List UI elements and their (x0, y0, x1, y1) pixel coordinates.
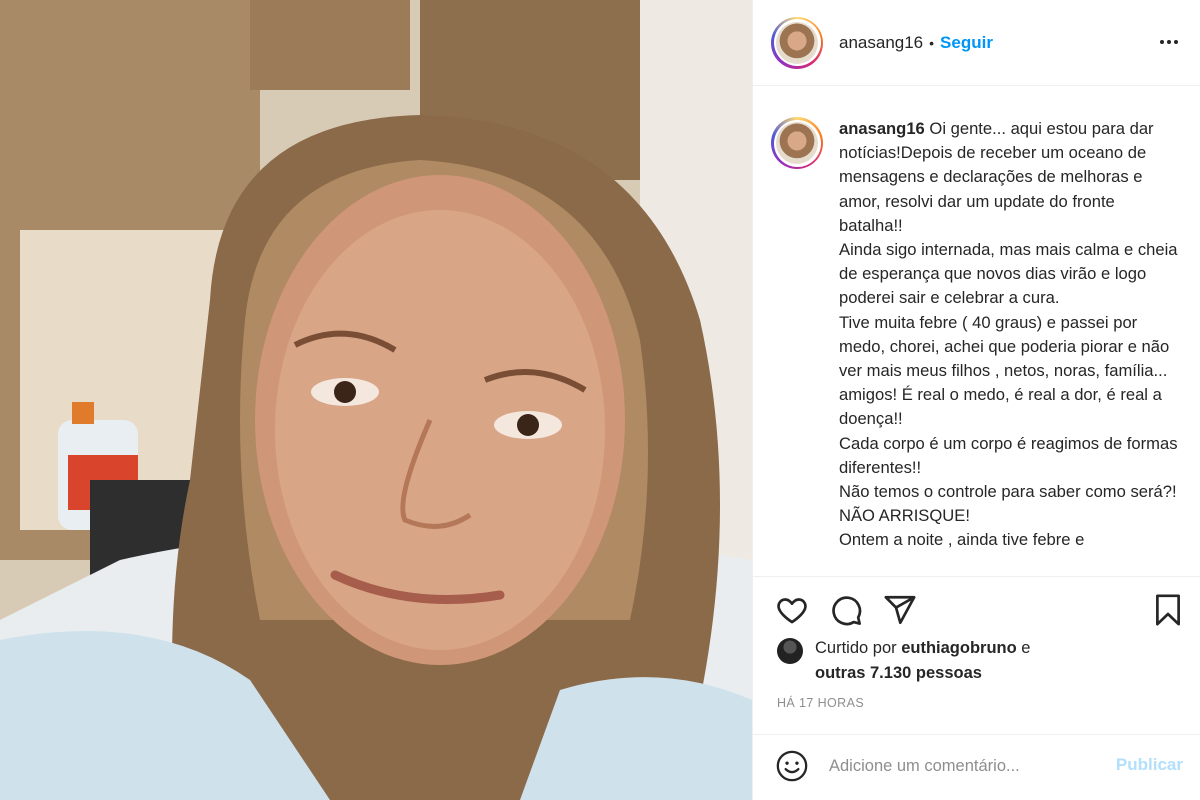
post-photo[interactable] (0, 0, 752, 800)
caption-body: Oi gente... aqui estou para dar notícias… (839, 119, 1178, 550)
heart-icon[interactable] (775, 593, 809, 627)
caption-author-avatar[interactable] (771, 117, 823, 169)
publish-button[interactable]: Publicar (1116, 755, 1183, 775)
bookmark-icon[interactable] (1151, 593, 1185, 627)
author-username[interactable]: anasang16 (839, 33, 923, 53)
likes-suffix: e (1016, 639, 1031, 657)
avatar-image (776, 122, 818, 164)
caption-username[interactable]: anasang16 (839, 119, 925, 138)
more-options-icon[interactable] (1155, 30, 1183, 54)
caption-container: anasang16 Oi gente... aqui estou para da… (753, 87, 1200, 575)
liker-avatar[interactable] (777, 638, 803, 664)
caption: anasang16 Oi gente... aqui estou para da… (839, 117, 1181, 575)
send-icon[interactable] (883, 593, 917, 627)
selfie-illustration (0, 0, 752, 800)
post-sidebar: anasang16 • Seguir anasang16 Oi gente...… (752, 0, 1200, 800)
liker-username[interactable]: euthiagobruno (901, 639, 1016, 657)
post-header: anasang16 • Seguir (753, 0, 1200, 86)
follow-button[interactable]: Seguir (940, 33, 993, 53)
comment-input[interactable] (829, 753, 1089, 779)
likes-prefix: Curtido por (815, 639, 902, 657)
likes-summary: Curtido por euthiagobruno e outras 7.130… (777, 636, 1030, 686)
emoji-icon[interactable] (775, 749, 809, 783)
comment-bar: Publicar (753, 734, 1200, 800)
author-avatar[interactable] (771, 16, 823, 69)
avatar-image (776, 21, 818, 64)
comment-icon[interactable] (829, 593, 863, 627)
separator-dot: • (929, 34, 935, 51)
likes-text: Curtido por euthiagobruno e outras 7.130… (815, 636, 1030, 686)
likes-others-link[interactable]: outras 7.130 pessoas (815, 664, 982, 682)
post-timestamp[interactable]: HÁ 17 HORAS (777, 696, 864, 710)
